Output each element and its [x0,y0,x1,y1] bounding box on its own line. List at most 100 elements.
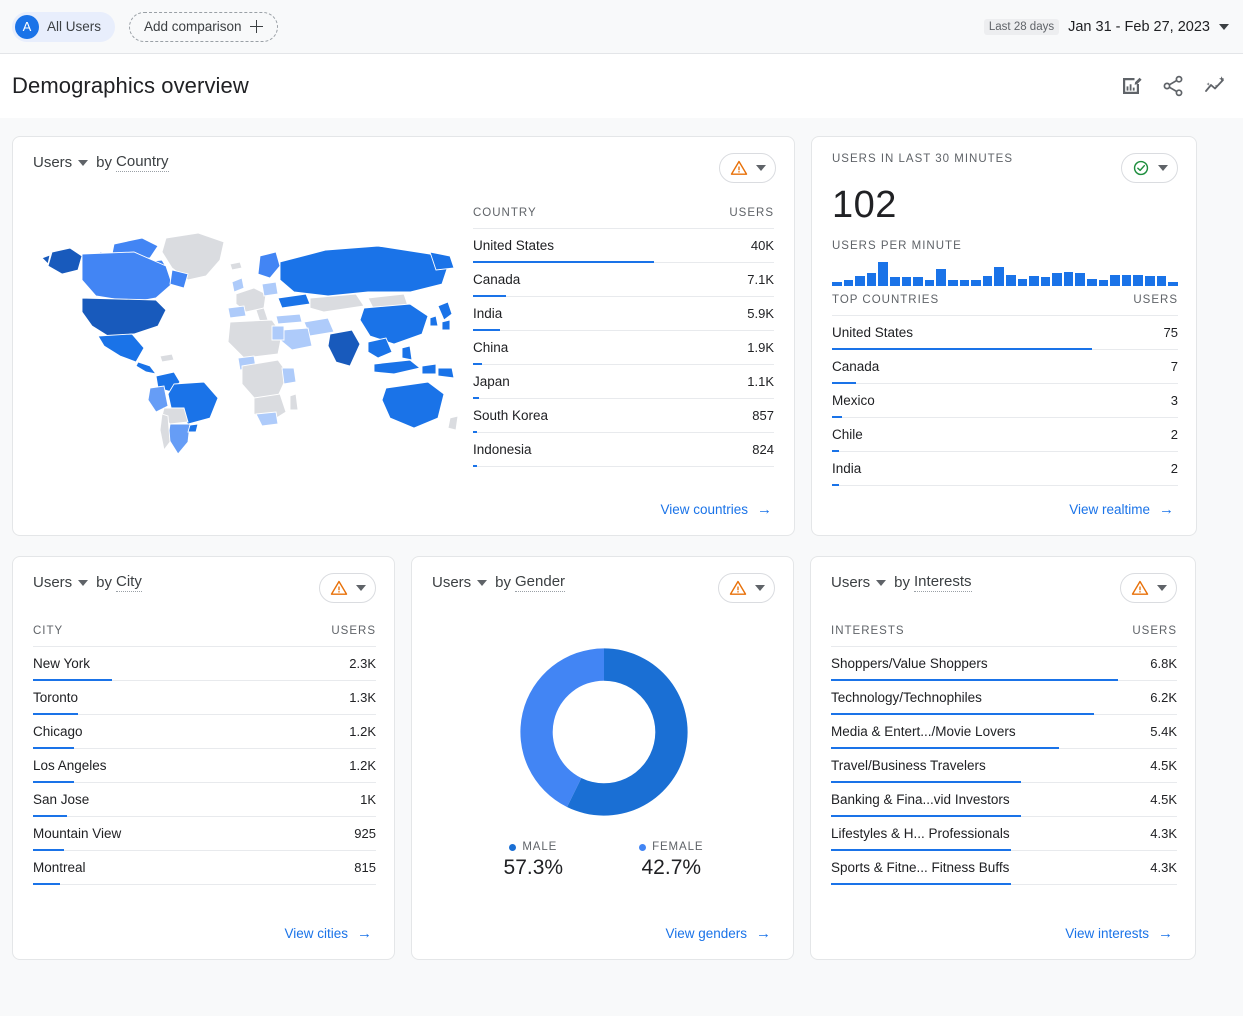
metric-selector-label[interactable]: Users [33,154,72,171]
dimension-label[interactable]: Country [116,153,169,172]
card-header: Users by Gender [432,573,775,603]
table-row[interactable]: Canada 7 [832,350,1178,384]
dimension-label[interactable]: City [116,573,142,592]
row-metric-value: 3 [1170,393,1178,408]
bar [1040,277,1051,286]
world-map-chart[interactable] [33,183,463,486]
dimension-label[interactable]: Gender [515,573,566,592]
view-cities-link[interactable]: View cities → [280,920,376,947]
row-metric-value: 1K [360,792,376,807]
arrow-right-icon: → [357,925,372,942]
chevron-down-icon [356,585,366,591]
bar [959,280,970,286]
country-table: COUNTRY USERS United States 40K Canada 7.1K… [473,183,776,486]
metric-dropdown-icon[interactable] [78,159,89,166]
table-row[interactable]: Lifestyles & H... Professionals 4.3K [831,817,1177,851]
column-header-dimension: CITY [33,625,64,637]
metric-selector-label[interactable]: Users [432,574,471,591]
data-quality-badge[interactable] [1121,153,1178,183]
row-metric-value: 5.9K [747,306,774,321]
row-dimension-value: Canada [832,359,880,374]
table-row[interactable]: China 1.9K [473,331,774,365]
chevron-down-icon [756,165,766,171]
users-per-minute-chart[interactable] [832,261,1178,286]
table-row[interactable]: Indonesia 824 [473,433,774,467]
row-dimension-value: India [473,306,503,321]
table-row[interactable]: United States 75 [832,316,1178,350]
data-quality-badge[interactable] [319,573,376,603]
audience-chip-all-users[interactable]: A All Users [12,11,116,42]
card-users-by-gender: Users by Gender MALE 57.3% FEMALE 42.7% … [411,556,794,960]
bar [1145,276,1155,286]
gender-donut-chart[interactable]: MALE 57.3% FEMALE 42.7% [432,603,775,910]
row-metric-value: 1.2K [349,724,376,739]
table-row[interactable]: Los Angeles 1.2K [33,749,376,783]
metric-dropdown-icon[interactable] [876,579,887,586]
table-row[interactable]: Canada 7.1K [473,263,774,297]
metric-dropdown-icon[interactable] [477,579,488,586]
table-row[interactable]: Mexico 3 [832,384,1178,418]
row-dimension-value: United States [832,325,914,340]
table-row[interactable]: New York 2.3K [33,647,376,681]
row-dimension-value: Mountain View [33,826,122,841]
row-metric-value: 4.3K [1150,826,1177,841]
bar [832,281,842,286]
table-row[interactable]: Montreal 815 [33,851,376,885]
add-comparison-button[interactable]: Add comparison [129,11,278,42]
interests-table: INTERESTS USERS Shoppers/Value Shoppers 6… [831,625,1177,885]
bar [982,276,993,286]
view-countries-link[interactable]: View countries → [656,496,776,523]
row-metric-value: 2 [1170,427,1178,442]
metric-selector-label[interactable]: Users [831,574,870,591]
row-dimension-value: Japan [473,374,510,389]
table-row[interactable]: Shoppers/Value Shoppers 6.8K [831,647,1177,681]
insights-icon[interactable] [1203,74,1227,98]
data-quality-badge[interactable] [1120,573,1177,603]
metric-dropdown-icon[interactable] [78,579,89,586]
table-row[interactable]: Chile 2 [832,418,1178,452]
legend-item-male: MALE 57.3% [504,841,564,880]
data-quality-badge[interactable] [719,153,776,183]
by-label: by [495,574,512,591]
row-metric-value: 75 [1163,325,1178,340]
metric-selector-label[interactable]: Users [33,574,72,591]
share-icon[interactable] [1161,74,1185,98]
row-dimension-value: Mexico [832,393,875,408]
view-interests-link[interactable]: View interests → [1061,920,1177,947]
table-row[interactable]: Media & Entert.../Movie Lovers 5.4K [831,715,1177,749]
dashboard-row-2: Users by City CITY USERS New York 2.3K T… [12,556,1231,960]
data-quality-badge[interactable] [718,573,775,603]
table-row[interactable]: United States 40K [473,229,774,263]
view-genders-link[interactable]: View genders → [661,920,775,947]
table-row[interactable]: Japan 1.1K [473,365,774,399]
row-metric-value: 1.9K [747,340,774,355]
table-row[interactable]: Banking & Fina...vid Investors 4.5K [831,783,1177,817]
table-row[interactable]: Mountain View 925 [33,817,376,851]
bar [1029,276,1039,286]
city-table: CITY USERS New York 2.3K Toronto 1.3K Chicag… [33,625,376,885]
table-row[interactable]: Chicago 1.2K [33,715,376,749]
view-realtime-link[interactable]: View realtime → [1065,496,1178,523]
edit-chart-icon[interactable] [1119,74,1143,98]
row-metric-value: 925 [354,826,376,841]
chevron-down-icon [755,585,765,591]
table-row[interactable]: Travel/Business Travelers 4.5K [831,749,1177,783]
table-row[interactable]: Sports & Fitne... Fitness Buffs 4.3K [831,851,1177,885]
table-row[interactable]: South Korea 857 [473,399,774,433]
plus-icon [249,20,263,33]
row-metric-value: 824 [752,442,774,457]
city-rows: New York 2.3K Toronto 1.3K Chicago 1.2K Los An… [33,647,376,885]
table-row[interactable]: India 5.9K [473,297,774,331]
table-row[interactable]: India 2 [832,452,1178,486]
bar [901,277,912,286]
table-row[interactable]: Technology/Technophiles 6.2K [831,681,1177,715]
table-row[interactable]: San Jose 1K [33,783,376,817]
row-metric-value: 2 [1170,461,1178,476]
table-row[interactable]: Toronto 1.3K [33,681,376,715]
column-header-metric: USERS [1132,625,1177,637]
row-dimension-value: Technology/Technophiles [831,690,982,705]
dashboard-grid: Users by Country COUNTRY USERS United St… [0,118,1243,960]
dimension-label[interactable]: Interests [914,573,972,592]
date-range-selector[interactable]: Last 28 days Jan 31 - Feb 27, 2023 [983,18,1229,35]
card-users-by-city: Users by City CITY USERS New York 2.3K T… [12,556,395,960]
